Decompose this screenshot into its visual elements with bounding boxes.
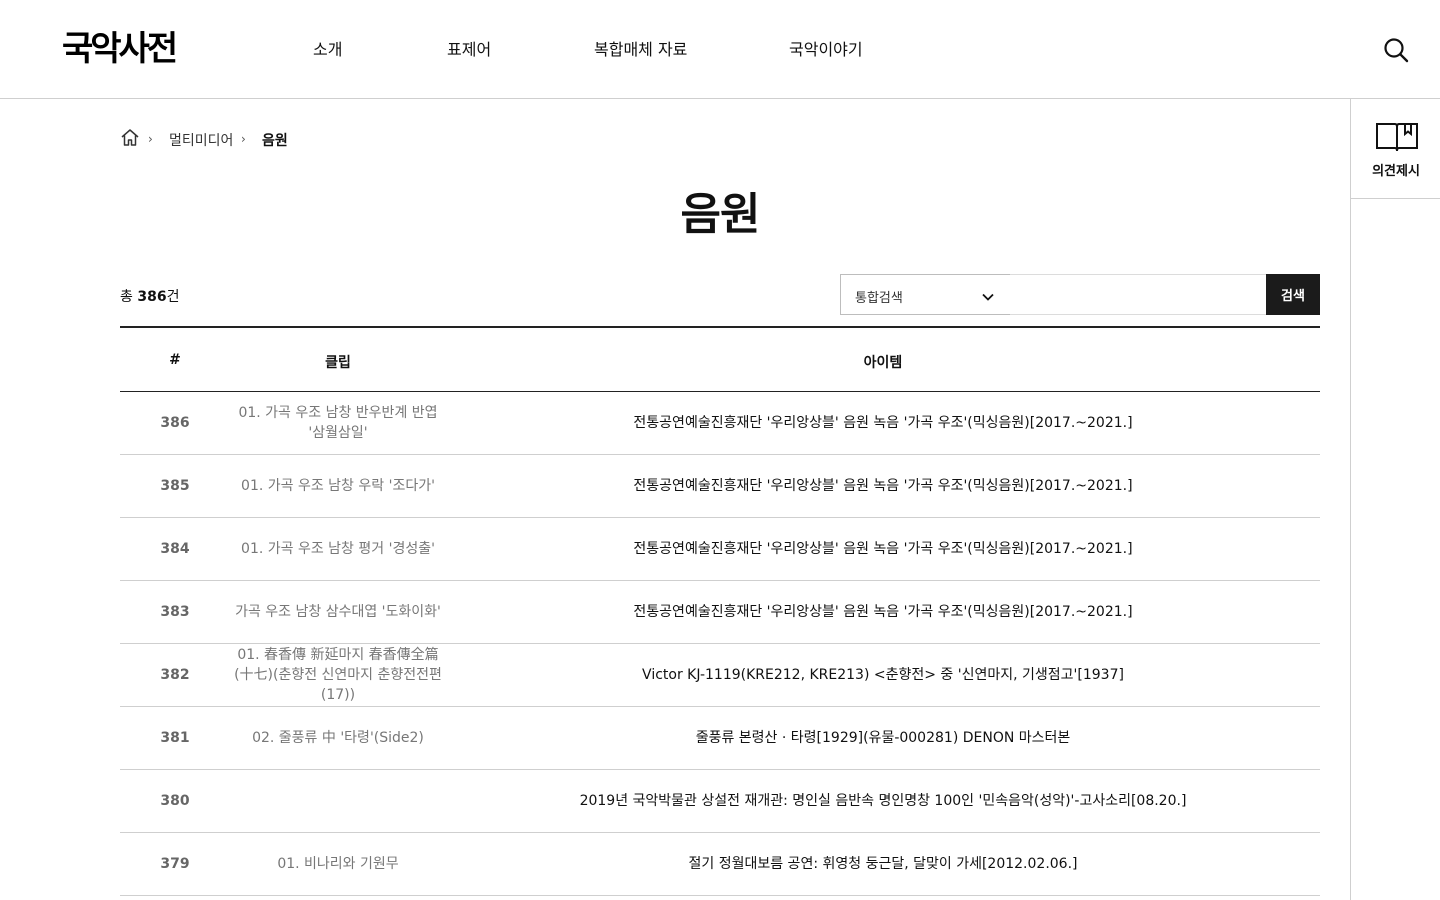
row-clip-link[interactable]: 01. 春香傳 新延마지 春香傳全篇(十七)(춘향전 신연마지 춘향전전편(17…: [230, 644, 446, 706]
row-clip-link[interactable]: 01. 비나리와 기원무: [230, 833, 446, 895]
row-clip-link[interactable]: 02. 줄풍류 中 '타령'(Side2): [230, 707, 446, 769]
row-item: Victor KJ-1119(KRE212, KRE213) <춘향전> 중 '…: [642, 667, 1124, 683]
feedback-label: 의견제시: [1372, 164, 1420, 179]
row-clip-link[interactable]: 01. 가곡 우조 남창 평거 '경성출': [230, 518, 446, 580]
row-item: 절기 정월대보름 공연: 휘영청 둥근달, 달맞이 가세[2012.02.06.…: [688, 856, 1078, 872]
open-book-icon: [1375, 121, 1419, 153]
site-header: 국악사전 소개 표제어 복합매체 자료 국악이야기: [0, 0, 1440, 99]
table-row[interactable]: 379 01. 비나리와 기원무 절기 정월대보름 공연: 휘영청 둥근달, 달…: [120, 833, 1320, 896]
total-prefix: 총: [120, 289, 133, 305]
breadcrumb-multimedia[interactable]: 멀티미디어: [169, 130, 233, 150]
row-number: 382: [160, 667, 190, 683]
row-item: 전통공연예술진흥재단 '우리앙상블' 음원 녹음 '가곡 우조'(믹싱음원)[2…: [633, 415, 1133, 431]
chevron-right-icon: ›: [148, 132, 153, 146]
search-input[interactable]: [1010, 274, 1267, 315]
row-clip-link[interactable]: 가곡 우조 남창 삼수대엽 '도화이화': [230, 581, 446, 643]
total-number: 386: [137, 289, 167, 305]
row-clip-link[interactable]: [230, 770, 446, 832]
search-button[interactable]: 검색: [1266, 274, 1320, 315]
chevron-right-icon: ›: [241, 132, 246, 146]
total-suffix: 건: [166, 289, 180, 305]
row-clip-link[interactable]: 01. 가곡 우조 남창 반우반계 반엽 '삼월삼일': [230, 392, 446, 454]
row-number: 386: [160, 415, 190, 431]
row-item: 2019년 국악박물관 상설전 재개관: 명인실 음반속 명인명창 100인 '…: [579, 793, 1187, 809]
table-row[interactable]: 386 01. 가곡 우조 남창 반우반계 반엽 '삼월삼일' 전통공연예술진흥…: [120, 392, 1320, 455]
row-item: 전통공연예술진흥재단 '우리앙상블' 음원 녹음 '가곡 우조'(믹싱음원)[2…: [633, 541, 1133, 557]
table-row[interactable]: 385 01. 가곡 우조 남창 우락 '조다가' 전통공연예술진흥재단 '우리…: [120, 455, 1320, 518]
column-header-item: 아이템: [863, 355, 903, 371]
table-row[interactable]: 383 가곡 우조 남창 삼수대엽 '도화이화' 전통공연예술진흥재단 '우리앙…: [120, 581, 1320, 644]
row-number: 383: [160, 604, 190, 620]
audio-table: # 클립 아이템 386 01. 가곡 우조 남창 반우반계 반엽 '삼월삼일'…: [120, 326, 1320, 896]
total-count: 총 386건: [120, 286, 179, 306]
row-item: 줄풍류 본령산 · 타령[1929](유물-000281) DENON 마스터본: [695, 730, 1071, 746]
row-number: 380: [160, 793, 190, 809]
breadcrumb-current: 음원: [262, 133, 288, 149]
row-number: 379: [160, 856, 190, 872]
column-header-number: #: [169, 352, 181, 368]
site-logo[interactable]: 국악사전: [62, 30, 178, 68]
row-item: 전통공연예술진흥재단 '우리앙상블' 음원 녹음 '가곡 우조'(믹싱음원)[2…: [633, 478, 1133, 494]
nav-item-multimedia[interactable]: 복합매체 자료: [594, 36, 687, 60]
table-row[interactable]: 381 02. 줄풍류 中 '타령'(Side2) 줄풍류 본령산 · 타령[1…: [120, 707, 1320, 770]
table-row[interactable]: 384 01. 가곡 우조 남창 평거 '경성출' 전통공연예술진흥재단 '우리…: [120, 518, 1320, 581]
row-item: 전통공연예술진흥재단 '우리앙상블' 음원 녹음 '가곡 우조'(믹싱음원)[2…: [633, 604, 1133, 620]
chevron-down-icon: [981, 289, 995, 303]
quick-menu: 의견제시: [1350, 99, 1440, 900]
nav-item-headwords[interactable]: 표제어: [447, 36, 491, 60]
page-title: 음원: [680, 189, 761, 240]
search-type-value: 통합검색: [855, 291, 903, 306]
column-header-clip: 클립: [325, 355, 351, 371]
search-icon[interactable]: [1382, 36, 1410, 64]
row-number: 384: [160, 541, 190, 557]
table-header: # 클립 아이템: [120, 328, 1320, 392]
row-number: 381: [160, 730, 190, 746]
table-row[interactable]: 380 2019년 국악박물관 상설전 재개관: 명인실 음반속 명인명창 10…: [120, 770, 1320, 833]
nav-item-stories[interactable]: 국악이야기: [789, 36, 863, 60]
row-clip-link[interactable]: 01. 가곡 우조 남창 우락 '조다가': [230, 455, 446, 517]
row-number: 385: [160, 478, 190, 494]
feedback-button[interactable]: 의견제시: [1351, 99, 1440, 199]
search-type-select[interactable]: 통합검색: [840, 274, 1011, 315]
table-row[interactable]: 382 01. 春香傳 新延마지 春香傳全篇(十七)(춘향전 신연마지 춘향전전…: [120, 644, 1320, 707]
home-icon[interactable]: [120, 128, 140, 148]
nav-item-intro[interactable]: 소개: [313, 36, 342, 60]
